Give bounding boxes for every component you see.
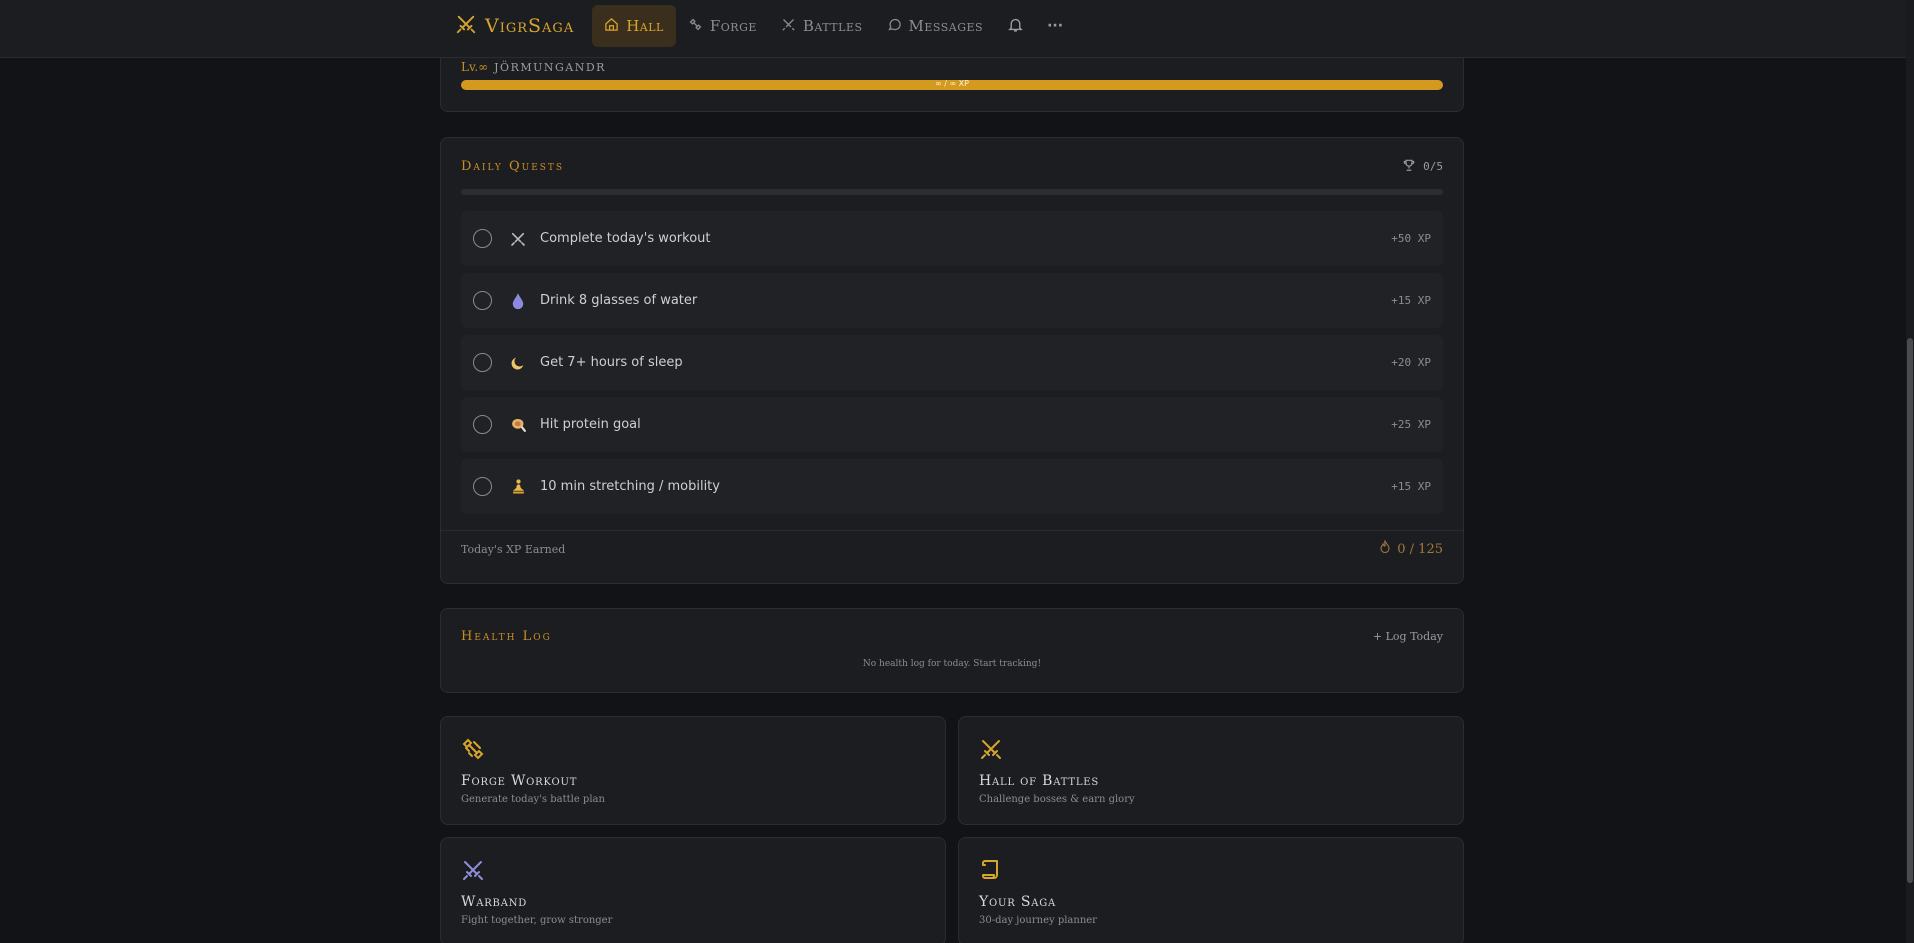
brand-logo[interactable]: VigrSaga [455,13,574,39]
tile-title: Hall of Battles [979,773,1100,789]
hall-of-battles-tile[interactable]: Hall of Battles Challenge bosses & earn … [958,716,1464,825]
notifications-button[interactable] [995,5,1035,47]
daily-quests-card: Daily Quests 0/5 Complete today's workou… [440,137,1464,584]
moon-icon [506,355,530,371]
nav-battles[interactable]: Battles [769,5,875,47]
xp-earned-label: Today's XP Earned [461,543,566,556]
quest-item[interactable]: Drink 8 glasses of water +15 XP [461,273,1443,328]
top-nav-bar: VigrSaga Hall Forge Battles Messages ··· [0,0,1906,58]
warband-tile[interactable]: Warband Fight together, grow stronger [440,837,946,943]
quests-progress-bar [461,189,1443,195]
nav-hall[interactable]: Hall [592,5,676,47]
flame-icon [1379,539,1391,558]
health-log-card: Health Log + Log Today No health log for… [440,608,1464,693]
scrollbar-thumb[interactable] [1907,338,1913,883]
xp-earned-text: 0 / 125 [1397,541,1443,557]
character-name: JÖRMUNGANDR [494,61,606,74]
quest-item[interactable]: Get 7+ hours of sleep +20 XP [461,335,1443,390]
quest-label: Drink 8 glasses of water [540,293,698,308]
quest-xp: +50 XP [1391,232,1431,245]
level-value: Lv.∞ [461,60,489,74]
quest-checkbox[interactable] [473,415,492,434]
bell-icon [1007,16,1024,37]
quest-checkbox[interactable] [473,477,492,496]
quest-checkbox[interactable] [473,291,492,310]
quest-label: Complete today's workout [540,231,711,246]
nav-messages-label: Messages [908,17,984,35]
page-scrollbar[interactable] [1906,0,1914,943]
tile-title: Your Saga [979,894,1057,910]
quests-header: Daily Quests 0/5 [461,158,1443,175]
quest-label: Hit protein goal [540,417,641,432]
dumbbell-icon [688,17,703,36]
xp-progress-bar: ∞ / ∞ XP [461,79,1443,90]
nav-hall-label: Hall [626,17,664,35]
tile-title: Forge Workout [461,773,578,789]
nav-battles-label: Battles [802,17,863,35]
quest-item[interactable]: Complete today's workout +50 XP [461,211,1443,266]
quest-xp: +20 XP [1391,356,1431,369]
tile-title: Warband [461,894,528,910]
quest-xp: +15 XP [1391,480,1431,493]
quest-xp: +25 XP [1391,418,1431,431]
tile-subtitle: Challenge bosses & earn glory [979,794,1135,805]
trophy-icon [1402,158,1416,175]
quests-title: Daily Quests [461,159,565,174]
quest-label: 10 min stretching / mobility [540,479,720,494]
tile-subtitle: Fight together, grow stronger [461,915,613,926]
crossed-swords-icon [979,737,1003,761]
xp-progress-text: ∞ / ∞ XP [935,79,969,88]
tile-subtitle: Generate today's battle plan [461,794,605,805]
meditation-icon [506,478,530,495]
more-menu-button[interactable]: ··· [1035,5,1075,47]
crossed-swords-icon [506,231,530,247]
tile-subtitle: 30-day journey planner [979,915,1097,926]
main-nav: VigrSaga Hall Forge Battles Messages ··· [455,0,1075,52]
crossed-swords-icon [781,17,796,36]
quest-checkbox[interactable] [473,353,492,372]
home-icon [604,17,619,36]
your-saga-tile[interactable]: Your Saga 30-day journey planner [958,837,1464,943]
quest-label: Get 7+ hours of sleep [540,355,683,370]
quest-item[interactable]: Hit protein goal +25 XP [461,397,1443,452]
quests-count-value: 0/5 [1423,160,1443,173]
scroll-icon [979,858,1003,882]
xp-earned-value: 0 / 125 [1379,539,1443,558]
quests-divider [441,530,1463,531]
forge-workout-tile[interactable]: Forge Workout Generate today's battle pl… [440,716,946,825]
chat-bubble-icon [887,17,902,36]
quests-count: 0/5 [1402,158,1443,175]
nav-messages[interactable]: Messages [875,5,996,47]
level-row: Lv.∞ JÖRMUNGANDR [461,60,606,74]
brand-name: VigrSaga [485,15,575,37]
quest-list: Complete today's workout +50 XP Drink 8 … [461,211,1443,521]
dumbbell-icon [461,737,485,761]
quest-xp: +15 XP [1391,294,1431,307]
quest-checkbox[interactable] [473,229,492,248]
water-drop-icon [506,292,530,310]
log-today-button[interactable]: + Log Today [1373,630,1443,643]
nav-forge-label: Forge [709,17,757,35]
quest-item[interactable]: 10 min stretching / mobility +15 XP [461,459,1443,514]
health-log-empty-state: No health log for today. Start tracking! [862,659,1042,669]
health-log-title: Health Log [461,629,552,644]
meat-icon [506,416,530,433]
more-icon: ··· [1047,18,1064,34]
crossed-swords-icon [461,858,485,882]
nav-forge[interactable]: Forge [676,5,769,47]
health-log-header: Health Log + Log Today [461,629,1443,644]
crossed-swords-logo-icon [455,13,477,39]
